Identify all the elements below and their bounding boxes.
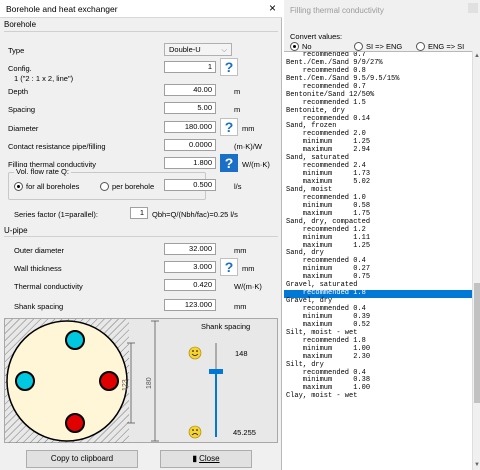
- type-select-value: Double-U: [169, 45, 201, 54]
- slider-thumb[interactable]: [209, 369, 223, 374]
- flow-rate-group-label: Vol. flow rate Q:: [14, 167, 71, 176]
- flow-per-radio[interactable]: [100, 182, 109, 191]
- list-scrollbar[interactable]: ▲ ▼: [472, 51, 480, 470]
- divider: [4, 31, 278, 32]
- shank-spacing-label: Shank spacing: [14, 302, 64, 311]
- series-formula: Qbh=Q/(Nbh/fac)=0.25 l/s: [152, 210, 238, 219]
- pipe-outlet-right: [99, 371, 119, 391]
- pipe-inlet-left: [15, 371, 35, 391]
- panel-title: Filling thermal conductivity: [290, 6, 384, 15]
- wall-thickness-unit: mm: [242, 264, 255, 273]
- shank-max-value: 148: [235, 349, 248, 358]
- type-select[interactable]: Double-U ⌵: [164, 43, 232, 56]
- convert-no-radio[interactable]: [290, 42, 299, 51]
- outer-diameter-field[interactable]: 32.000: [164, 243, 216, 255]
- spacing-label: Spacing: [8, 105, 36, 114]
- flow-per-label: per borehole: [112, 182, 155, 191]
- diameter-help-button[interactable]: ?: [220, 118, 238, 136]
- wall-help-button[interactable]: ?: [220, 258, 238, 276]
- filling-conductivity-panel: Filling thermal conductivity Convert val…: [284, 0, 480, 470]
- convert-eng-si-label: ENG => SI: [428, 42, 465, 51]
- scroll-thumb[interactable]: [474, 283, 480, 403]
- sad-face-icon: [188, 425, 202, 439]
- borehole-cross-section: 123 180 Shank spacing 148 45.255: [4, 318, 278, 443]
- wall-thickness-field[interactable]: 3.000: [164, 261, 216, 273]
- flow-all-label: for all boreholes: [26, 182, 80, 191]
- contact-resistance-field[interactable]: 0.0000: [164, 139, 216, 151]
- upipe-section-title: U-pipe: [4, 226, 28, 235]
- close-button[interactable]: ▮ Close: [160, 450, 252, 468]
- divider: [4, 236, 278, 237]
- convert-eng-si-radio[interactable]: [416, 42, 425, 51]
- depth-field[interactable]: 40.00: [164, 84, 216, 96]
- happy-face-icon: [188, 346, 202, 360]
- shank-spacing-unit: mm: [234, 302, 247, 311]
- convert-si-eng-label: SI => ENG: [366, 42, 403, 51]
- depth-label: Depth: [8, 87, 29, 96]
- config-label: Config.: [8, 64, 32, 73]
- pipe-outlet-bottom: [65, 413, 85, 433]
- depth-unit: m: [234, 87, 241, 96]
- diameter-field[interactable]: 180.000: [164, 121, 216, 133]
- spacing-unit: m: [234, 105, 241, 114]
- filling-conductivity-field[interactable]: 1.800: [164, 157, 216, 169]
- title-bar: Borehole and heat exchanger ×: [0, 0, 282, 18]
- dim-label-180: 180: [146, 377, 153, 389]
- convert-no-label: No: [302, 42, 312, 51]
- close-icon[interactable]: ×: [269, 1, 276, 15]
- type-label: Type: [8, 46, 25, 55]
- config-hint: 1 ("2 : 1 x 2, line"): [14, 74, 74, 83]
- convert-label: Convert values:: [290, 32, 343, 41]
- contact-resistance-label: Contact resistance pipe/filling: [8, 142, 106, 151]
- pipe-conductivity-unit: W/(m·K): [234, 282, 262, 291]
- series-factor-field[interactable]: 1: [130, 207, 148, 219]
- close-button-label: Close: [199, 454, 220, 463]
- flow-rate-field[interactable]: 0.500: [164, 179, 216, 191]
- config-field[interactable]: 1: [164, 61, 216, 73]
- window-title: Borehole and heat exchanger: [6, 4, 118, 14]
- filling-help-button[interactable]: ?: [220, 154, 238, 172]
- list-item[interactable]: Clay, moist - wet: [284, 392, 472, 401]
- shank-spacing-field[interactable]: 123.000: [164, 299, 216, 311]
- door-icon: ▮: [192, 454, 197, 463]
- outer-diameter-unit: mm: [234, 246, 247, 255]
- series-factor-label: Series factor (1=parallel):: [14, 210, 98, 219]
- diameter-unit: mm: [242, 124, 255, 133]
- wall-thickness-label: Wall thickness: [14, 264, 62, 273]
- material-list[interactable]: recommended 0.7 Bent./Cem./Sand 9/9/27% r…: [284, 51, 472, 470]
- borehole-dialog: Borehole and heat exchanger × Borehole T…: [0, 0, 282, 470]
- scroll-down-icon[interactable]: ▼: [474, 462, 480, 468]
- chevron-down-icon: ⌵: [221, 45, 227, 54]
- borehole-section-title: Borehole: [4, 20, 37, 29]
- config-help-button[interactable]: ?: [220, 58, 238, 76]
- scroll-up-icon[interactable]: ▲: [474, 53, 480, 59]
- pipe-inlet-top: [65, 330, 85, 350]
- copy-to-clipboard-button[interactable]: Copy to clipboard: [26, 450, 138, 468]
- flow-all-radio[interactable]: [14, 182, 23, 191]
- filling-conductivity-unit: W/(m·K): [242, 160, 270, 169]
- cross-section-svg: 123 180 Shank spacing 148 45.255: [5, 319, 256, 443]
- shank-min-value: 45.255: [233, 428, 256, 437]
- spacing-field[interactable]: 5.00: [164, 102, 216, 114]
- panel-close-icon[interactable]: [468, 3, 478, 13]
- contact-resistance-unit: (m·K)/W: [234, 142, 262, 151]
- flow-rate-unit: l/s: [234, 182, 242, 191]
- shank-slider-title: Shank spacing: [201, 322, 250, 331]
- pipe-conductivity-field[interactable]: 0.420: [164, 279, 216, 291]
- dim-label-123: 123: [122, 379, 129, 391]
- convert-si-eng-radio[interactable]: [354, 42, 363, 51]
- outer-diameter-label: Outer diameter: [14, 246, 65, 255]
- pipe-conductivity-label: Thermal conductivity: [14, 282, 83, 291]
- diameter-label: Diameter: [8, 124, 39, 133]
